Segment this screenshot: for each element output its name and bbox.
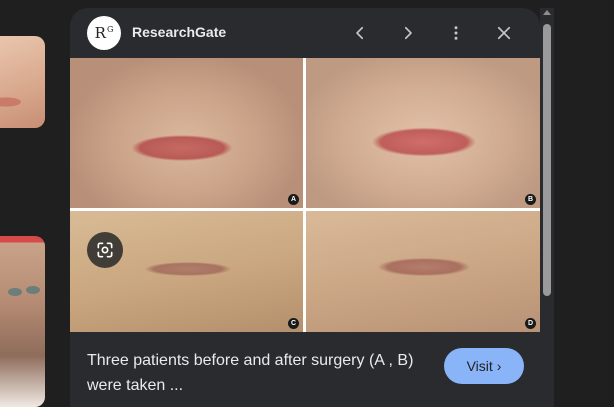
close-button[interactable] <box>489 18 519 48</box>
logo-superscript: G <box>106 24 114 34</box>
chevron-left-icon <box>356 26 364 40</box>
previous-button[interactable] <box>345 18 375 48</box>
chevron-right-icon <box>404 26 412 40</box>
chevron-right-icon: › <box>496 358 502 374</box>
result-thumbnail[interactable] <box>0 36 45 128</box>
image-caption[interactable]: Three patients before and after surgery … <box>87 348 427 398</box>
source-logo[interactable]: RG <box>87 16 121 50</box>
panel-header: RG ResearchGate <box>70 8 540 58</box>
panel-label: A <box>288 194 299 205</box>
visit-button[interactable]: Visit › <box>444 348 524 384</box>
photo-panel-c: C <box>70 211 303 332</box>
scrollbar-thumb[interactable] <box>543 24 551 296</box>
logo-letter: R <box>94 24 106 42</box>
result-thumbnail[interactable] <box>0 236 45 407</box>
source-name[interactable]: ResearchGate <box>132 24 226 40</box>
close-icon <box>497 26 511 40</box>
scroll-up-arrow-icon[interactable] <box>543 10 551 15</box>
more-vert-icon <box>454 26 458 40</box>
panel-label: C <box>288 318 299 329</box>
preview-image[interactable]: A B C D <box>70 58 540 332</box>
photo-panel-a: A <box>70 58 303 208</box>
photo-panel-b: B <box>306 58 540 208</box>
visit-label: Visit <box>466 358 493 374</box>
photo-panel-d: D <box>306 211 540 332</box>
next-button[interactable] <box>393 18 423 48</box>
more-options-button[interactable] <box>441 18 471 48</box>
lens-search-button[interactable] <box>87 232 123 268</box>
results-strip <box>0 0 62 407</box>
preview-panel: RG ResearchGate A B C D Three patients b… <box>70 8 540 407</box>
panel-label: D <box>525 318 536 329</box>
panel-label: B <box>525 194 536 205</box>
google-lens-icon <box>97 242 113 258</box>
